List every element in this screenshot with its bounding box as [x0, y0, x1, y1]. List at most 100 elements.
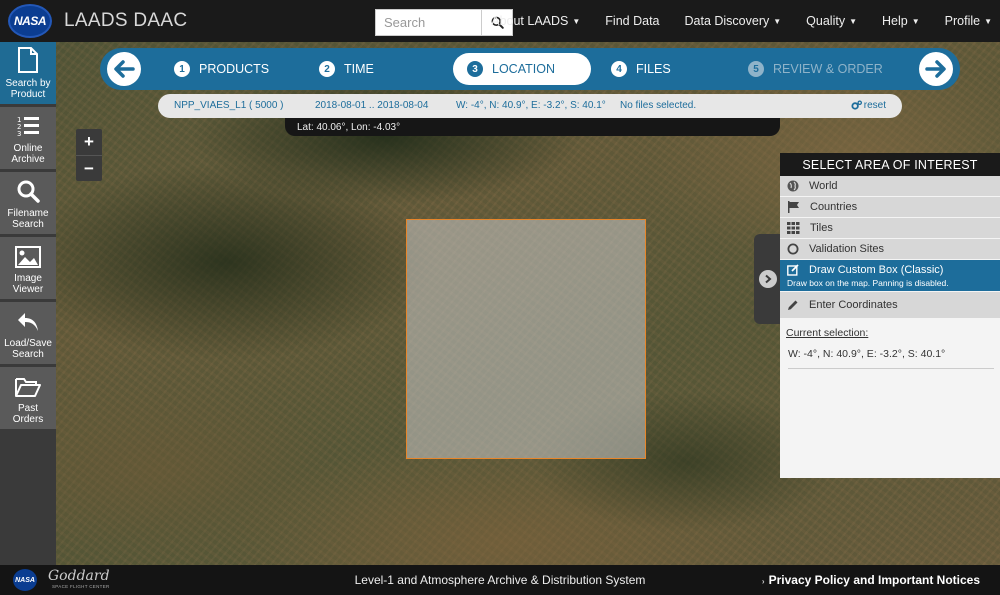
panel-collapse-toggle[interactable] — [754, 234, 781, 324]
sidebar-label: Online — [13, 143, 43, 154]
sidebar-label: Load/Save — [4, 338, 52, 349]
nav-label: Quality — [806, 14, 846, 28]
nav-quality[interactable]: Quality ▼ — [806, 14, 857, 28]
sidebar-label: Past — [17, 403, 38, 414]
nasa-logo[interactable]: NASA — [8, 4, 52, 38]
step-products[interactable]: 1 PRODUCTS — [174, 48, 269, 90]
sidebar-label: Search by — [5, 78, 51, 89]
main-nav: About LAADS ▼ Find Data Data Discovery ▼ Q… — [466, 0, 992, 42]
step-number: 1 — [174, 61, 190, 77]
current-selection-label: Current selection: — [786, 327, 869, 339]
nav-label: Help — [882, 14, 908, 28]
svg-text:3: 3 — [17, 130, 21, 138]
step-number: 4 — [611, 61, 627, 77]
area-of-interest-panel: SELECT AREA OF INTEREST World Countries … — [780, 153, 1000, 478]
aoi-option-validation-sites[interactable]: Validation Sites — [780, 239, 1000, 260]
option-label: Draw Custom Box (Classic) — [809, 263, 944, 276]
option-label: Enter Coordinates — [809, 299, 898, 311]
aoi-option-draw-custom-box[interactable]: Draw Custom Box (Classic) Draw box on th… — [780, 260, 1000, 292]
caret-down-icon: ▼ — [572, 17, 581, 27]
sidebar-label: Viewer — [12, 284, 44, 295]
summary-bounds[interactable]: W: -4°, N: 40.9°, E: -3.2°, S: 40.1° — [456, 100, 606, 111]
aoi-option-enter-coordinates[interactable]: Enter Coordinates — [780, 292, 1000, 319]
zoom-in-button[interactable]: + — [76, 129, 102, 155]
search-input[interactable] — [375, 9, 481, 36]
privacy-policy-link[interactable]: › Privacy Policy and Important Notices — [762, 573, 980, 587]
step-review-order: 5 REVIEW & ORDER — [748, 48, 883, 90]
sidebar-filename-search[interactable]: Filename Search — [0, 172, 56, 234]
reset-label: reset — [863, 100, 886, 111]
summary-product[interactable]: NPP_VIAES_L1 ( 5000 ) — [174, 100, 284, 111]
step-label: LOCATION — [492, 62, 555, 76]
arrow-right-icon — [925, 60, 946, 78]
option-hint: Draw box on the map. Panning is disabled… — [787, 277, 949, 288]
nav-label: Find Data — [605, 14, 660, 28]
top-navbar: NASA LAADS DAAC About LAADS▼ Find Data D… — [0, 0, 1000, 42]
grid-icon — [787, 222, 800, 234]
left-sidebar: Search by Product 123 Online Archive Fil… — [0, 42, 56, 565]
step-label: TIME — [344, 62, 374, 76]
aoi-option-tiles[interactable]: Tiles — [780, 218, 1000, 239]
next-step-button[interactable] — [919, 52, 953, 86]
zoom-out-button[interactable]: − — [76, 155, 102, 181]
pencil-icon — [788, 300, 798, 310]
step-number: 2 — [319, 61, 335, 77]
aoi-option-countries[interactable]: Countries — [780, 197, 1000, 218]
option-row: Draw Custom Box (Classic) — [787, 264, 943, 276]
sidebar-label: Search — [12, 349, 44, 360]
privacy-link-label: Privacy Policy and Important Notices — [768, 573, 980, 587]
goddard-logo[interactable]: Goddard — [48, 569, 110, 583]
coordinates-text: Lat: 40.06°, Lon: -4.03° — [297, 121, 401, 133]
current-selection-value: W: -4°, N: 40.9°, E: -3.2°, S: 40.1° — [788, 348, 994, 369]
sidebar-image-viewer[interactable]: Image Viewer — [0, 237, 56, 299]
app-title[interactable]: LAADS DAAC — [64, 10, 187, 32]
option-label: Countries — [810, 201, 858, 213]
sidebar-label: Orders — [12, 414, 44, 425]
workflow-steps: 1 PRODUCTS 2 TIME 3 LOCATION 4 FILES 5 R… — [100, 48, 960, 90]
footer-nasa-logo[interactable]: NASA — [13, 569, 37, 591]
step-label: PRODUCTS — [199, 62, 270, 76]
undo-arrow-icon — [18, 313, 38, 331]
step-location[interactable]: 3 LOCATION — [453, 53, 591, 85]
file-icon — [18, 47, 38, 73]
step-time[interactable]: 2 TIME — [319, 48, 374, 90]
goddard-subtitle: SPACE FLIGHT CENTER — [52, 584, 110, 589]
nav-about-laads[interactable]: About LAADS ▼ — [491, 14, 580, 28]
chevron-right-icon: › — [761, 577, 765, 586]
summary-files[interactable]: No files selected. — [620, 100, 696, 111]
magnifier-icon — [17, 180, 40, 203]
step-files[interactable]: 4 FILES — [611, 48, 671, 90]
step-number: 5 — [748, 61, 764, 77]
summary-dates[interactable]: 2018-08-01 .. 2018-08-04 — [315, 100, 428, 111]
option-label: Tiles — [810, 222, 833, 234]
nav-profile[interactable]: Profile ▼ — [945, 14, 992, 28]
caret-down-icon: ▼ — [849, 17, 857, 27]
previous-step-button[interactable] — [107, 52, 141, 86]
nav-label: About LAADS — [491, 14, 569, 28]
sidebar-past-orders[interactable]: Past Orders — [0, 367, 56, 429]
reset-button[interactable]: reset — [851, 100, 886, 111]
sidebar-search-by-product[interactable]: Search by Product — [0, 42, 56, 104]
circle-icon — [787, 243, 799, 255]
edit-box-icon — [787, 263, 799, 276]
step-label: FILES — [636, 62, 671, 76]
caret-down-icon: ▼ — [773, 17, 782, 27]
sidebar-label: Search — [12, 219, 44, 230]
flag-icon — [788, 201, 799, 213]
option-label: Validation Sites — [809, 243, 885, 255]
aoi-option-world[interactable]: World — [780, 176, 1000, 197]
nav-help[interactable]: Help ▼ — [882, 14, 920, 28]
nav-data-discovery[interactable]: Data Discovery ▼ — [685, 14, 782, 28]
step-number: 3 — [467, 61, 483, 77]
zoom-control: + − — [76, 129, 102, 181]
nav-find-data[interactable]: Find Data — [605, 14, 659, 28]
cursor-coordinates: Lat: 40.06°, Lon: -4.03° — [285, 118, 780, 136]
sidebar-label: Product — [10, 89, 46, 100]
selection-box[interactable] — [406, 219, 646, 459]
nav-label: Profile — [944, 14, 981, 28]
sidebar-online-archive[interactable]: 123 Online Archive — [0, 107, 56, 169]
picture-icon — [15, 246, 41, 268]
caret-down-icon: ▼ — [911, 17, 920, 27]
sidebar-load-save-search[interactable]: Load/Save Search — [0, 302, 56, 364]
step-label: REVIEW & ORDER — [773, 62, 883, 76]
